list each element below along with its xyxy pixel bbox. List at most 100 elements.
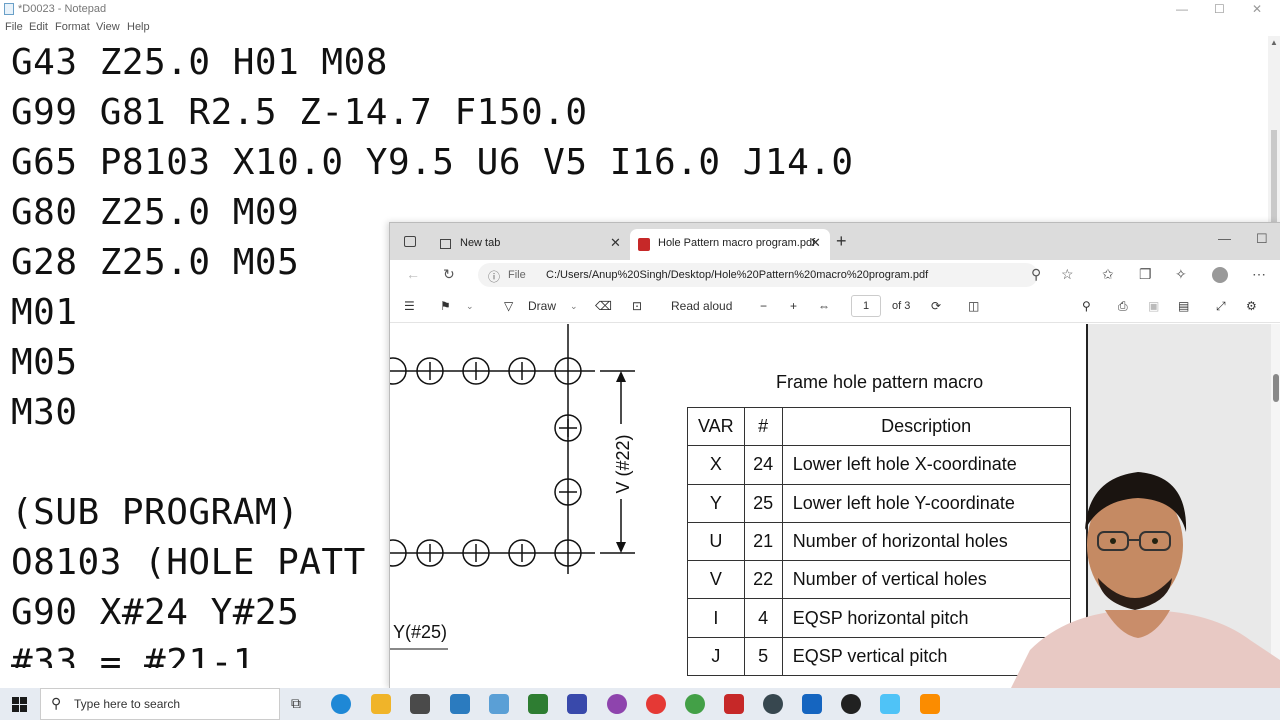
code-line: M01 — [11, 292, 78, 333]
app-icon[interactable] — [724, 694, 744, 714]
print-icon[interactable]: ⎙ — [1118, 299, 1128, 314]
column-header: Description — [781, 406, 1071, 447]
add-favorite-icon[interactable]: ☆ — [1061, 266, 1074, 283]
browser-minimize-button[interactable]: — — [1218, 231, 1231, 246]
save-icon[interactable]: ▣ — [1148, 299, 1159, 313]
profile-avatar[interactable] — [1212, 267, 1228, 283]
var-cell: I — [687, 598, 745, 638]
code-line: G43 Z25.0 H01 M08 — [11, 42, 388, 83]
code-line: (SUB PROGRAM) — [11, 492, 300, 533]
num-cell: 22 — [743, 560, 783, 600]
app-icon[interactable] — [567, 694, 587, 714]
browser-tab-bar: New tab ✕ Hole Pattern macro program.pdf… — [390, 223, 1280, 260]
code-line: G28 Z25.0 M05 — [11, 242, 300, 283]
favorites-icon[interactable]: ✩ — [1102, 266, 1114, 283]
fullscreen-icon[interactable]: ⤢ — [1216, 299, 1226, 314]
taskbar: ⚲ Type here to search ⧉ — [0, 688, 1280, 720]
menu-format[interactable]: Format — [55, 21, 90, 33]
info-icon[interactable]: ⓘ — [488, 268, 500, 285]
tab-hole-pattern-pdf[interactable]: Hole Pattern macro program.pdf ✕ — [630, 229, 830, 260]
tab-actions-icon[interactable] — [404, 236, 416, 247]
menu-file[interactable]: File — [5, 21, 23, 33]
search-placeholder: Type here to search — [74, 697, 181, 711]
app-icon[interactable] — [450, 694, 470, 714]
zoom-out-button[interactable]: − — [760, 299, 767, 313]
page-number-input[interactable]: 1 — [851, 295, 881, 317]
text-icon[interactable]: ⊡ — [632, 299, 642, 313]
draw-icon[interactable]: ▽ — [504, 299, 513, 313]
extensions-icon[interactable]: ✧ — [1175, 266, 1187, 283]
v-dimension-label: V (#22) — [613, 434, 633, 493]
file-explorer-icon[interactable] — [371, 694, 391, 714]
table-title: Frame hole pattern macro — [776, 372, 984, 392]
maximize-button[interactable]: ☐ — [1214, 2, 1225, 16]
hole-pattern-drawing: V (#22) Y(#25) — [390, 324, 635, 650]
app-icon[interactable] — [528, 694, 548, 714]
app-icon[interactable] — [802, 694, 822, 714]
chevron-down-icon[interactable]: ⌄ — [466, 301, 474, 312]
num-cell: 25 — [743, 483, 783, 523]
contents-icon[interactable]: ☰ — [404, 299, 415, 313]
read-aloud-button[interactable]: Read aloud — [671, 299, 732, 313]
app-icon[interactable] — [607, 694, 627, 714]
zoom-icon[interactable]: ⚲ — [1031, 266, 1041, 283]
code-line: M05 — [11, 342, 78, 383]
code-line: O8103 (HOLE PATT — [11, 542, 366, 583]
scrollbar-thumb[interactable] — [1273, 374, 1279, 402]
close-button[interactable]: ✕ — [1252, 2, 1262, 16]
menu-edit[interactable]: Edit — [29, 21, 48, 33]
draw-button[interactable]: Draw — [528, 299, 556, 313]
page-view-icon[interactable]: ◫ — [968, 299, 979, 313]
code-line: G65 P8103 X10.0 Y9.5 U6 V5 I16.0 J14.0 — [11, 142, 854, 183]
more-options-icon[interactable]: ⋯ — [1252, 266, 1266, 283]
app-icon[interactable] — [880, 694, 900, 714]
chevron-down-icon[interactable]: ⌄ — [570, 301, 578, 312]
chrome-icon[interactable] — [685, 694, 705, 714]
browser-maximize-button[interactable]: ☐ — [1256, 231, 1268, 247]
code-line: G99 G81 R2.5 Z-14.7 F150.0 — [11, 92, 588, 133]
page-total-label: of 3 — [892, 300, 911, 312]
highlight-icon[interactable]: ⚑ — [440, 299, 451, 313]
save-as-icon[interactable]: ▤ — [1178, 299, 1189, 313]
table-header-row: VAR # Description — [687, 406, 1071, 447]
mail-icon[interactable] — [410, 694, 430, 714]
code-line: G90 X#24 Y#25 — [11, 592, 300, 633]
var-cell: U — [687, 521, 745, 562]
search-icon[interactable]: ⚲ — [1082, 299, 1091, 313]
close-tab-icon[interactable]: ✕ — [610, 235, 621, 251]
presenter-figure — [1010, 472, 1280, 690]
collections-icon[interactable]: ❐ — [1139, 266, 1152, 283]
edge-icon[interactable] — [331, 694, 351, 714]
rotate-icon[interactable]: ⟳ — [931, 299, 941, 313]
new-tab-page-icon — [440, 239, 451, 249]
webcam-presenter-video — [1010, 460, 1280, 690]
settings-gear-icon[interactable]: ⚙ — [1246, 299, 1257, 313]
menu-view[interactable]: View — [96, 21, 120, 33]
url-scheme-label: File — [508, 269, 526, 281]
app-icon[interactable] — [841, 694, 861, 714]
refresh-icon[interactable]: ↻ — [443, 266, 455, 283]
zoom-in-button[interactable]: + — [790, 299, 797, 313]
chrome-icon[interactable] — [646, 694, 666, 714]
taskbar-search-box[interactable]: ⚲ Type here to search — [40, 688, 280, 720]
app-icon[interactable] — [763, 694, 783, 714]
address-bar[interactable]: ⓘ File C:/Users/Anup%20Singh/Desktop/Hol… — [478, 263, 1038, 287]
pdf-file-icon — [638, 238, 650, 251]
scroll-up-icon[interactable]: ▲ — [1270, 38, 1278, 47]
close-tab-icon[interactable]: ✕ — [810, 235, 821, 251]
app-icon[interactable] — [920, 694, 940, 714]
notepad-taskbar-icon[interactable] — [489, 694, 509, 714]
menu-help[interactable]: Help — [127, 21, 150, 33]
new-tab-button[interactable]: + — [836, 231, 847, 252]
pdf-toolbar: ☰ ⚑ ⌄ ▽ Draw ⌄ ⌫ ⊡ Read aloud − + ⇔ 1 of… — [390, 290, 1280, 323]
erase-icon[interactable]: ⌫ — [595, 299, 612, 313]
fit-page-icon[interactable]: ⇔ — [818, 299, 830, 313]
task-view-icon[interactable]: ⧉ — [291, 695, 301, 712]
windows-start-icon[interactable] — [12, 697, 27, 712]
code-line: #33 = #21-1 — [11, 642, 255, 668]
tab-new-tab[interactable]: New tab ✕ — [432, 229, 628, 260]
minimize-button[interactable]: — — [1176, 2, 1188, 16]
code-line: M30 — [11, 392, 78, 433]
back-arrow-icon[interactable]: ← — [406, 266, 420, 282]
var-cell: X — [687, 445, 745, 485]
